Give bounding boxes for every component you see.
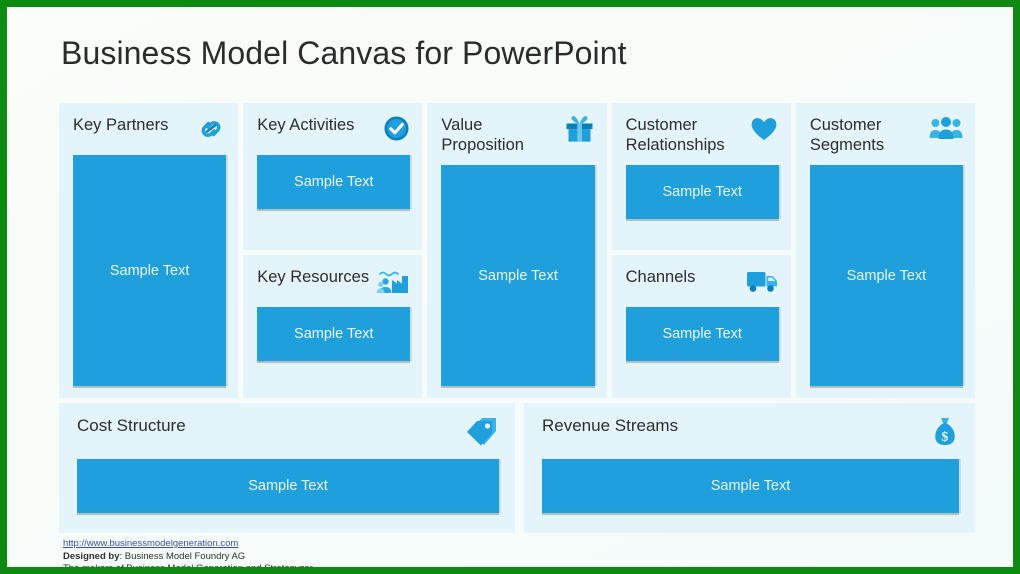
page-title: Business Model Canvas for PowerPoint: [61, 35, 627, 71]
price-tag-icon: [463, 416, 499, 448]
svg-text:$: $: [941, 430, 948, 445]
panel-key-activities[interactable]: Key Activities Sample Text: [243, 103, 423, 250]
sample-text-box[interactable]: Sample Text: [441, 165, 595, 386]
panel-header: Revenue Streams $: [542, 416, 959, 448]
panel-title-channels: Channels: [625, 268, 696, 286]
panel-header: Key Activities: [257, 115, 410, 145]
sample-text-box[interactable]: Sample Text: [625, 165, 779, 220]
panel-customer-segments[interactable]: Customer Segments Sample Text: [795, 103, 976, 398]
people-group-icon: [929, 115, 963, 145]
panel-title-revenue-streams: Revenue Streams: [542, 416, 679, 435]
check-circle-icon: [376, 115, 410, 145]
panel-title-customer-relationships: Customer Relationships: [625, 116, 725, 155]
canvas-column-key-activities-resources: Key Activities Sample Text Key Resources…: [243, 103, 423, 398]
canvas-column-value-proposition: Value Proposition Sample Text: [427, 103, 607, 398]
panel-key-resources[interactable]: Key Resources Sample Text: [243, 255, 423, 398]
panel-header: Cost Structure: [77, 416, 499, 448]
source-link[interactable]: http://www.businessmodelgeneration.com: [63, 538, 313, 551]
panel-cost-structure[interactable]: Cost Structure Sample Text: [59, 403, 515, 533]
canvas-column-customer-segments: Customer Segments Sample Text: [795, 103, 976, 398]
slide: Business Model Canvas for PowerPoint Key…: [0, 0, 1020, 574]
heart-icon: [745, 115, 779, 145]
panel-header: Key Partners: [73, 115, 226, 145]
sample-text-box[interactable]: Sample Text: [542, 459, 959, 513]
factory-people-icon: [376, 267, 410, 297]
business-model-canvas-grid: Key Partners Sample Text Key Activities …: [59, 103, 976, 398]
sample-text-box[interactable]: Sample Text: [73, 155, 227, 386]
panel-revenue-streams[interactable]: Revenue Streams $ Sample Text: [524, 403, 975, 533]
gift-box-icon: [561, 115, 595, 145]
sample-text-box[interactable]: Sample Text: [77, 459, 499, 513]
canvas-column-customer-relationships-channels: Customer Relationships Sample Text Chann…: [611, 103, 791, 398]
panel-title-key-activities: Key Activities: [257, 116, 355, 134]
sample-text-box[interactable]: Sample Text: [809, 165, 964, 386]
panel-header: Channels: [626, 267, 779, 297]
sample-text-box[interactable]: Sample Text: [257, 155, 411, 209]
panel-customer-relationships[interactable]: Customer Relationships Sample Text: [611, 103, 791, 250]
panel-value-proposition[interactable]: Value Proposition Sample Text: [427, 103, 607, 398]
panel-title-customer-segments: Customer Segments: [809, 116, 885, 155]
designed-by-line: Designed by: Business Model Foundry AG: [63, 551, 313, 564]
panel-header: Customer Segments: [810, 115, 963, 155]
makers-line: The makers of Business Model Generation …: [63, 563, 313, 574]
panel-key-partners[interactable]: Key Partners Sample Text: [59, 103, 239, 398]
panel-channels[interactable]: Channels Sample Text: [611, 255, 791, 398]
panel-title-value-proposition: Value Proposition: [441, 116, 524, 155]
sample-text-box[interactable]: Sample Text: [257, 307, 411, 361]
canvas-column-key-partners: Key Partners Sample Text: [59, 103, 239, 398]
canvas-bottom-row: Cost Structure Sample Text Revenue Strea…: [59, 403, 975, 533]
chain-link-icon: [192, 115, 226, 145]
panel-title-key-resources: Key Resources: [257, 268, 370, 286]
delivery-truck-icon: [745, 267, 779, 297]
panel-header: Customer Relationships: [626, 115, 779, 155]
money-bag-icon: $: [923, 416, 959, 448]
slide-background: Business Model Canvas for PowerPoint Key…: [7, 7, 1013, 567]
designed-by-value: : Business Model Foundry AG: [119, 550, 246, 562]
panel-title-key-partners: Key Partners: [73, 116, 169, 134]
designed-by-label: Designed by: [63, 550, 120, 562]
panel-header: Key Resources: [257, 267, 410, 297]
footer-credits: http://www.businessmodelgeneration.com D…: [63, 538, 313, 574]
panel-header: Value Proposition: [441, 115, 594, 155]
sample-text-box[interactable]: Sample Text: [625, 307, 779, 361]
panel-title-cost-structure: Cost Structure: [77, 416, 186, 435]
